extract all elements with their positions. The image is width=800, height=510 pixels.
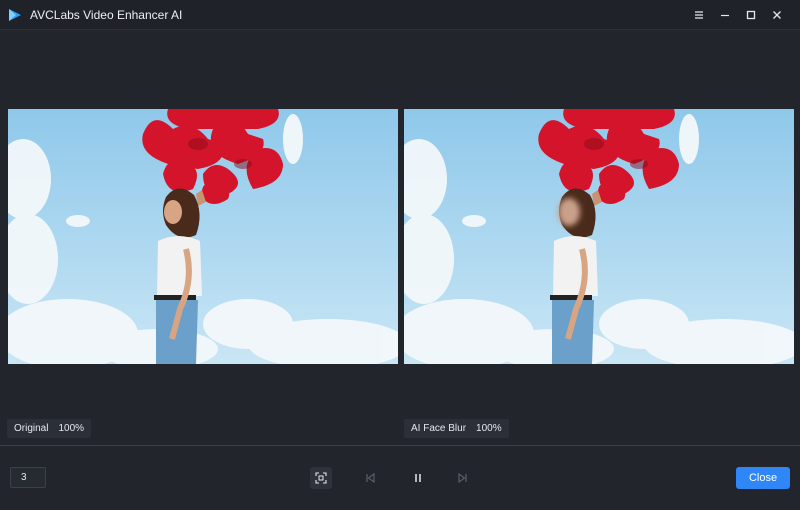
close-button[interactable]: Close [736,467,790,489]
logo-icon [9,8,21,21]
divider [0,445,800,446]
title-bar: AVCLabs Video Enhancer AI [0,0,800,30]
app-title: AVCLabs Video Enhancer AI [30,7,183,22]
maximize-icon[interactable] [740,4,762,26]
enhanced-label: AI Face Blur [411,423,467,434]
original-label: Original [14,423,49,434]
enhanced-zoom: 100% [476,423,502,434]
frame-input[interactable]: 3 [10,467,46,488]
original-video-frame [8,109,398,364]
fit-screen-icon [315,472,327,484]
next-frame-button[interactable] [452,467,474,489]
previous-frame-icon [366,473,375,483]
pause-icon [415,474,421,482]
enhanced-video-frame [404,109,794,364]
enhanced-caption: AI Face Blur 100% [404,419,509,438]
previous-frame-button[interactable] [359,467,381,489]
pause-button[interactable] [407,467,429,489]
enhanced-preview [404,109,794,364]
original-zoom: 100% [58,423,85,434]
fit-screen-button[interactable] [310,467,332,489]
frame-value: 3 [21,472,27,483]
original-preview [8,109,398,364]
menu-icon[interactable] [688,4,710,26]
next-frame-icon [458,473,467,483]
original-caption: Original 100% [7,419,92,438]
window-controls [688,0,788,29]
minimize-icon[interactable] [714,4,736,26]
close-icon[interactable] [766,4,788,26]
